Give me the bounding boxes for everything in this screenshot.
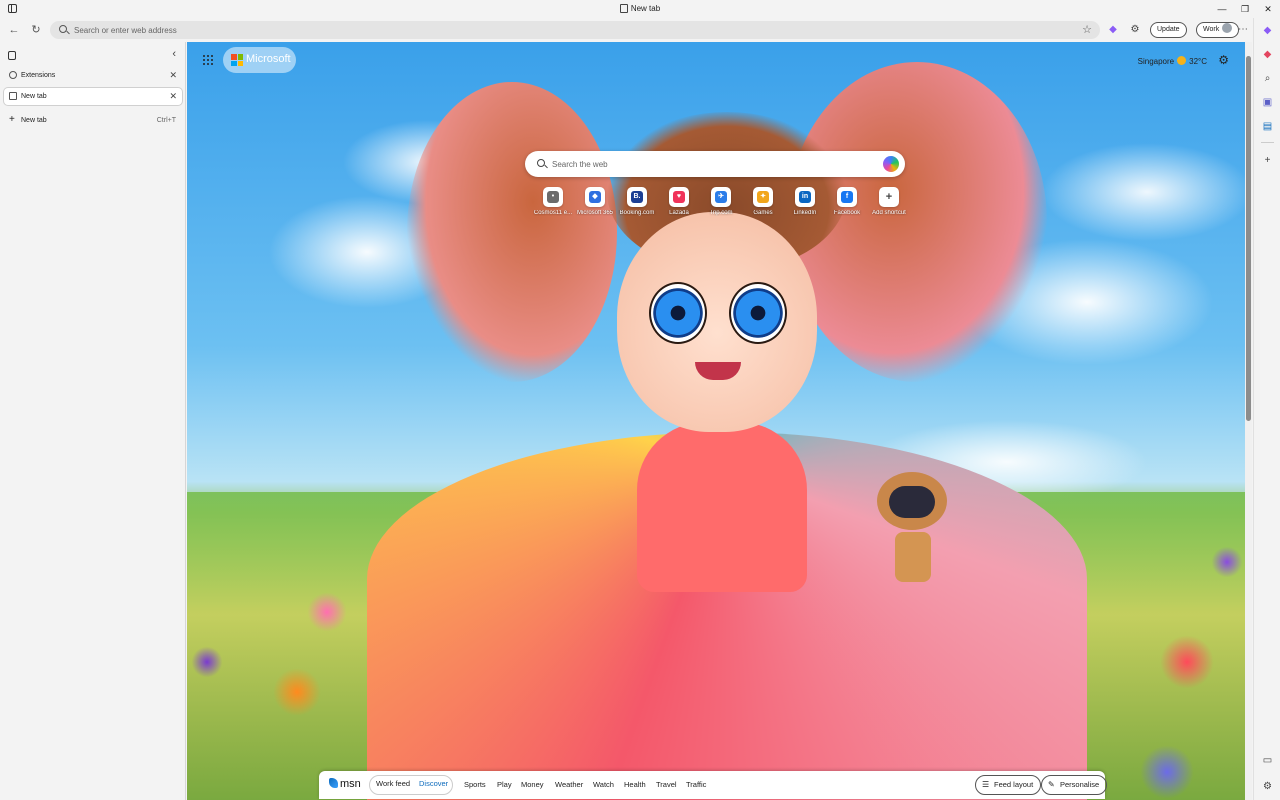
page-icon xyxy=(9,92,17,100)
extensions-icon[interactable]: ⚙ xyxy=(1128,23,1142,37)
quick-link[interactable]: f Facebook xyxy=(827,187,867,227)
facebook-icon: f xyxy=(841,191,853,203)
refresh-button[interactable]: ↻ xyxy=(29,23,43,37)
address-input[interactable] xyxy=(74,23,1054,37)
feed-tab-weather[interactable]: Weather xyxy=(555,780,583,789)
sun-icon xyxy=(1177,56,1187,65)
close-tab-icon[interactable]: ✕ xyxy=(169,67,177,84)
copilot-extension-icon[interactable]: ◆ xyxy=(1106,23,1120,37)
hair-left xyxy=(407,82,617,382)
microsoft-logo-link[interactable]: Microsoft xyxy=(223,47,296,73)
msn-butterfly-icon xyxy=(329,778,338,788)
window-title: New tab xyxy=(0,4,1280,13)
plus-icon: + xyxy=(883,191,895,203)
left-eye xyxy=(649,282,707,344)
feed-tab-watch[interactable]: Watch xyxy=(593,780,614,789)
feed-tab-health[interactable]: Health xyxy=(624,780,646,789)
site-icon: ✦ xyxy=(757,191,769,203)
personalise-icon: ✎ xyxy=(1048,780,1055,789)
feed-layout-button[interactable]: ☰ Feed layout xyxy=(975,775,1042,795)
feed-tab-sports[interactable]: Sports xyxy=(464,780,486,789)
feed-bar: msn Work feed Discover Sports Play Money… xyxy=(319,771,1108,799)
quick-link[interactable]: • Cosmos11 e... xyxy=(533,187,573,227)
profile-button[interactable]: Work xyxy=(1196,22,1240,38)
collapse-panel-icon[interactable]: ‹ xyxy=(172,48,176,60)
new-tab-page: Microsoft Singapore32°C ⚙ • Cosmos11 e..… xyxy=(187,42,1245,800)
right-eye xyxy=(729,282,787,344)
avatar xyxy=(1222,23,1233,33)
search-icon xyxy=(59,25,67,33)
title-bar: New tab — ❐ ✕ xyxy=(0,0,1280,18)
site-icon: ◆ xyxy=(589,191,601,203)
update-button[interactable]: Update xyxy=(1150,22,1187,38)
feedback-icon[interactable]: ▭ xyxy=(1261,754,1274,767)
site-icon: B. xyxy=(631,191,643,203)
quick-link[interactable]: in LinkedIn xyxy=(785,187,825,227)
teams-icon[interactable]: ▣ xyxy=(1261,96,1274,109)
search-icon xyxy=(537,159,545,167)
search-icon[interactable]: ⌕ xyxy=(1261,72,1274,85)
site-icon: ✈ xyxy=(715,191,727,203)
robot-illustration xyxy=(877,472,947,612)
tab-actions-icon[interactable] xyxy=(8,51,16,60)
minimize-button[interactable]: — xyxy=(1211,2,1233,16)
feed-switcher: Work feed Discover xyxy=(369,775,453,795)
favorite-star-icon[interactable]: ☆ xyxy=(1082,23,1092,36)
close-tab-icon[interactable]: ✕ xyxy=(169,88,177,105)
site-icon: • xyxy=(547,191,559,203)
mouth xyxy=(695,362,741,380)
quick-link[interactable]: ◆ Microsoft 365 xyxy=(575,187,615,227)
address-bar[interactable]: ☆ xyxy=(50,21,1100,39)
more-menu-icon[interactable]: ⋯ xyxy=(1236,23,1250,37)
page-scrollbar[interactable] xyxy=(1245,42,1252,800)
quick-link[interactable]: B. Booking.com xyxy=(617,187,657,227)
add-app-icon[interactable]: + xyxy=(1261,154,1274,167)
shopping-icon[interactable]: ◆ xyxy=(1261,48,1274,61)
discover-tab[interactable]: Discover xyxy=(419,779,448,788)
copilot-icon[interactable]: ◆ xyxy=(1261,24,1274,37)
vertical-tabs-header: ‹ xyxy=(8,48,178,62)
quick-link[interactable]: ✈ Trip.com xyxy=(701,187,741,227)
work-feed-tab[interactable]: Work feed xyxy=(376,779,410,788)
quick-links: • Cosmos11 e... ◆ Microsoft 365 B. Booki… xyxy=(533,187,913,227)
vertical-tabs-panel: ‹ Extensions ✕ New tab ✕ + New tab Ctrl+… xyxy=(0,42,186,800)
feed-tab-traffic[interactable]: Traffic xyxy=(686,780,706,789)
tab-extensions[interactable]: Extensions ✕ xyxy=(4,67,182,84)
restore-button[interactable]: ❐ xyxy=(1234,2,1256,16)
weather-widget[interactable]: Singapore 32°C xyxy=(1138,56,1207,66)
page-icon xyxy=(619,4,628,13)
extensions-icon xyxy=(9,71,17,79)
back-button[interactable]: ← xyxy=(7,23,21,37)
page-settings-icon[interactable]: ⚙ xyxy=(1218,53,1229,67)
layout-icon: ☰ xyxy=(982,780,990,789)
site-icon: ♥ xyxy=(673,191,685,203)
quick-link[interactable]: ♥ Lazada xyxy=(659,187,699,227)
add-shortcut-button[interactable]: + Add shortcut xyxy=(869,187,909,227)
linkedin-icon: in xyxy=(799,191,811,203)
bodice-illustration xyxy=(637,422,807,592)
new-tab-button[interactable]: + New tab Ctrl+T xyxy=(4,112,182,129)
copilot-icon[interactable] xyxy=(883,156,899,172)
apps-launcher-icon[interactable] xyxy=(203,55,214,66)
web-search-input[interactable] xyxy=(552,157,872,171)
close-window-button[interactable]: ✕ xyxy=(1257,2,1279,16)
sidebar-settings-icon[interactable]: ⚙ xyxy=(1261,780,1274,793)
scrollbar-thumb[interactable] xyxy=(1246,56,1251,421)
edge-sidebar: ◆ ◆ ⌕ ▣ ▤ + ▭ ⚙ xyxy=(1253,18,1280,800)
microsoft-logo-icon xyxy=(231,54,243,66)
browser-toolbar: ← ↻ ☆ ◆ ⚙ Update Work ⋯ xyxy=(0,18,1280,42)
feed-tab-travel[interactable]: Travel xyxy=(656,780,677,789)
msn-logo[interactable]: msn xyxy=(329,778,361,790)
feed-tab-money[interactable]: Money xyxy=(521,780,544,789)
personalise-button[interactable]: ✎ Personalise xyxy=(1041,775,1108,795)
outlook-icon[interactable]: ▤ xyxy=(1261,120,1274,133)
feed-tab-play[interactable]: Play xyxy=(497,780,512,789)
girl-face-illustration xyxy=(617,212,817,432)
web-search-box[interactable] xyxy=(525,151,905,177)
tab-new-tab[interactable]: New tab ✕ xyxy=(4,88,182,105)
plus-icon: + xyxy=(9,114,15,125)
quick-link[interactable]: ✦ Games xyxy=(743,187,783,227)
